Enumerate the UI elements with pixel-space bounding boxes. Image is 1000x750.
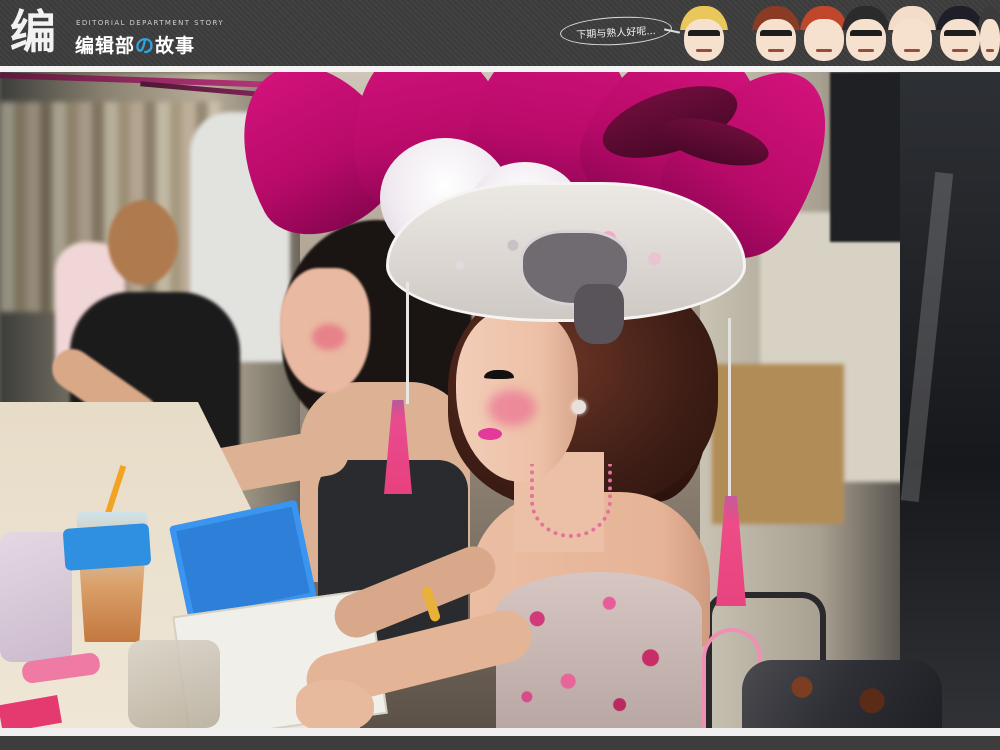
face-glasses: [849, 30, 883, 38]
face-partial-icon: [978, 6, 1000, 64]
photo-bg-head: [108, 200, 178, 285]
photo-main-woman-necklace: [530, 464, 612, 538]
photo-tassel-right-string: [728, 318, 731, 498]
face-skin: [980, 18, 1000, 61]
photo-crown-band: [574, 284, 624, 344]
photo-main-woman-hand: [296, 680, 374, 728]
logo-cn-left: 编辑部: [75, 35, 136, 57]
face-skin: [892, 18, 932, 61]
face-mouth: [768, 48, 784, 53]
photo-tassel-left-string: [406, 282, 409, 404]
logo-glyph[interactable]: 编: [10, 5, 72, 59]
logo-chinese-title[interactable]: 编辑部の故事: [75, 31, 195, 58]
face-glasses: [943, 30, 977, 38]
face-red-hair-icon: [800, 6, 848, 64]
face-skin: [756, 18, 796, 61]
photo-mid-woman-cheek: [312, 324, 346, 350]
face-mouth: [696, 48, 712, 53]
face-glasses: [759, 30, 793, 38]
footer-bar: [0, 736, 1000, 750]
face-skin: [940, 18, 980, 61]
speech-bubble: 下期与熟人好呢...: [559, 14, 673, 48]
main-photo: [0, 72, 1000, 728]
logo-cn-right: 故事: [155, 35, 196, 57]
photo-scarf: [742, 660, 942, 728]
photo-main-woman-eye: [484, 370, 514, 379]
face-brown-hair-icon: [752, 6, 800, 64]
face-mouth: [858, 48, 874, 53]
photo-plastic-bag: [0, 532, 72, 662]
photo-main-woman-earring: [572, 400, 586, 414]
face-red-scarf-icon: [680, 6, 728, 64]
footer-strip: [0, 728, 1000, 750]
logo-cn-accent: の: [135, 35, 156, 57]
face-skin: [846, 18, 886, 61]
cartoon-faces-strip: [678, 0, 1000, 66]
face-glasses: [687, 30, 721, 38]
face-mouth: [904, 48, 920, 53]
face-skin: [684, 18, 724, 61]
site-header: 编 EDITORIAL DEPARTMENT STORY 编辑部の故事 下期与熟…: [0, 0, 1000, 66]
photo-cup-sleeve: [62, 523, 152, 571]
photo-bag-bottom: [128, 640, 220, 728]
face-mouth: [816, 48, 832, 53]
face-bald-icon: [888, 6, 936, 64]
face-dark-hair-icon: [842, 6, 890, 64]
face-mouth: [986, 48, 994, 53]
face-long-dark-hair-icon: [936, 6, 984, 64]
logo-english-tagline: EDITORIAL DEPARTMENT STORY: [76, 19, 225, 27]
photo-main-woman-lips: [478, 428, 502, 440]
face-mouth: [952, 48, 968, 53]
face-skin: [804, 18, 844, 61]
photo-main-woman-cheek: [488, 390, 536, 426]
